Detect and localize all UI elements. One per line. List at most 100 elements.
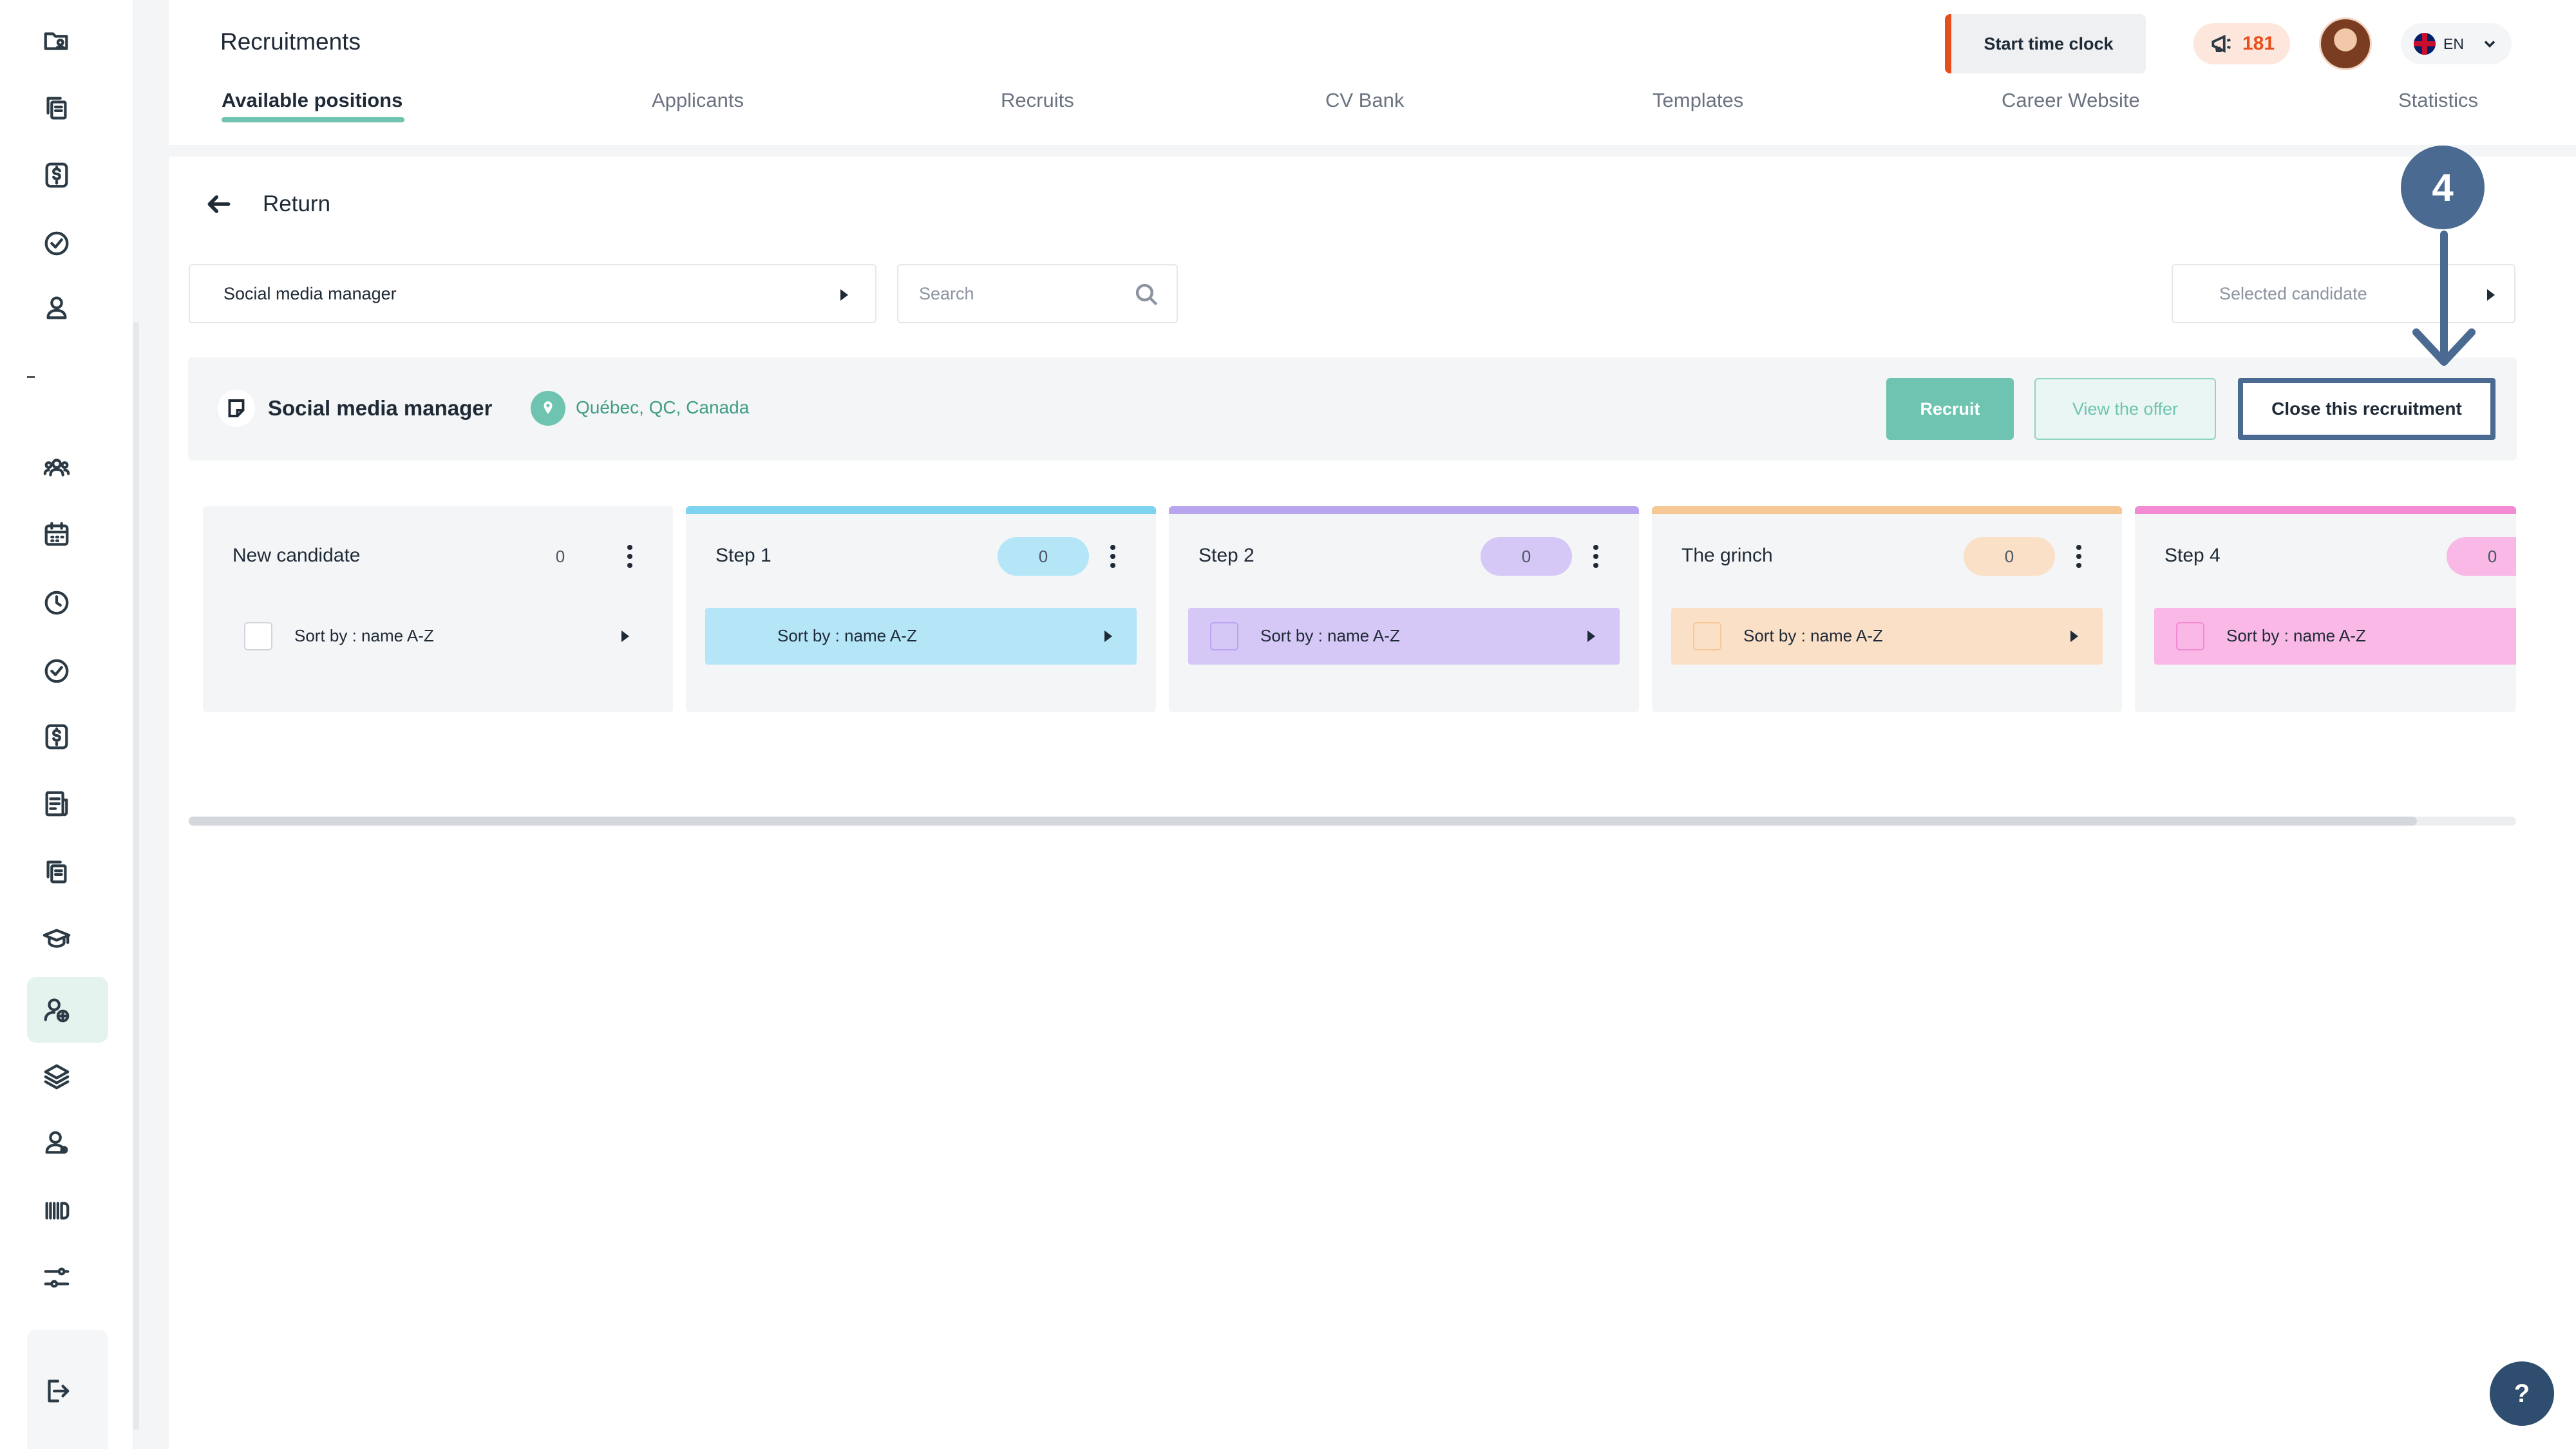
scrollbar-thumb[interactable] <box>189 817 2417 826</box>
column-count: 0 <box>1964 537 2055 576</box>
notifications-button[interactable]: 181 <box>2193 23 2290 64</box>
notification-count: 181 <box>2242 33 2275 54</box>
column-color-bar <box>686 506 1156 514</box>
uk-flag-icon <box>2414 33 2436 55</box>
sort-label: Sort by : name A-Z <box>777 626 917 645</box>
column-count: 0 <box>2447 537 2516 576</box>
job-location: Québec, QC, Canada <box>576 397 750 417</box>
arrow-left-icon <box>207 195 231 213</box>
candidate-select-placeholder: Selected candidate <box>2219 283 2367 303</box>
column-color-bar <box>2135 506 2516 514</box>
tab-applicants[interactable]: Applicants <box>652 89 744 112</box>
select-all-checkbox[interactable] <box>244 622 272 650</box>
language-label: EN <box>2443 35 2464 52</box>
check-circle-icon[interactable] <box>37 224 76 263</box>
graduation-cap-icon[interactable] <box>37 920 76 958</box>
logout-icon[interactable] <box>37 1372 76 1410</box>
caret-right-icon <box>1587 630 1595 642</box>
kanban-column: New candidate 0 Sort by : name A-Z <box>203 506 673 712</box>
job-summary-bar: Social media manager Québec, QC, Canada … <box>188 357 2517 460</box>
sort-label: Sort by : name A-Z <box>1743 626 1883 645</box>
tab-available-positions[interactable]: Available positions <box>222 89 404 122</box>
documents-icon[interactable] <box>37 89 76 128</box>
annotation-arrow-icon <box>2412 231 2476 366</box>
kanban-column: Step 2 0 Sort by : name A-Z <box>1169 506 1639 712</box>
report-icon[interactable] <box>37 784 76 823</box>
column-name: The grinch <box>1681 545 1773 566</box>
help-button[interactable]: ? <box>2490 1361 2554 1426</box>
close-recruitment-button[interactable]: Close this recruitment <box>2238 378 2496 440</box>
tab-statistics[interactable]: Statistics <box>2398 89 2478 112</box>
dollar-icon[interactable] <box>37 717 76 756</box>
sort-dropdown[interactable]: Sort by : name A-Z <box>1188 608 1620 665</box>
select-all-checkbox[interactable] <box>1693 622 1721 650</box>
column-count: 0 <box>998 537 1089 576</box>
column-color-bar <box>1652 506 2122 514</box>
barcode-icon[interactable] <box>37 1191 76 1230</box>
column-name: New candidate <box>232 545 361 566</box>
search-icon[interactable] <box>1133 281 1160 308</box>
more-vertical-icon[interactable] <box>1103 538 1122 574</box>
recruit-button[interactable]: Recruit <box>1886 378 2014 440</box>
more-vertical-icon[interactable] <box>1586 538 1605 574</box>
sort-dropdown[interactable]: Sort by : name A-Z <box>705 608 1137 665</box>
select-all-checkbox[interactable] <box>2176 622 2204 650</box>
user-plus-icon[interactable] <box>37 990 76 1029</box>
user-icon[interactable] <box>37 289 76 327</box>
tab-label: Available positions <box>222 89 403 111</box>
sliders-icon[interactable] <box>37 1258 76 1297</box>
return-link[interactable]: Return <box>205 190 330 218</box>
chevron-down-icon <box>2484 41 2496 48</box>
start-time-clock-button[interactable]: Start time clock <box>1945 14 2146 73</box>
folder-user-icon[interactable] <box>37 22 76 61</box>
note-icon <box>218 390 255 427</box>
search-box[interactable] <box>897 264 1178 323</box>
language-selector[interactable]: EN <box>2401 23 2512 64</box>
avatar[interactable] <box>2319 17 2372 70</box>
sort-label: Sort by : name A-Z <box>2226 626 2366 645</box>
caret-right-icon <box>621 630 629 642</box>
horizontal-scrollbar[interactable] <box>189 817 2516 826</box>
view-offer-button[interactable]: View the offer <box>2034 378 2216 440</box>
sidebar <box>0 0 133 1449</box>
position-select-value: Social media manager <box>223 283 397 303</box>
kanban-column: Step 4 0 Sort by : name A-Z <box>2135 506 2516 712</box>
step-badge: 4 <box>2401 146 2485 229</box>
more-vertical-icon[interactable] <box>620 538 639 574</box>
column-count: 0 <box>1481 537 1572 576</box>
tab-cv-bank[interactable]: CV Bank <box>1325 89 1404 112</box>
sort-dropdown[interactable]: Sort by : name A-Z <box>2154 608 2516 665</box>
calendar-icon[interactable] <box>37 515 76 554</box>
sort-dropdown[interactable]: Sort by : name A-Z <box>222 608 654 665</box>
select-all-checkbox[interactable] <box>1210 622 1238 650</box>
job-title: Social media manager <box>268 396 493 420</box>
caret-right-icon <box>2070 630 2078 642</box>
dollar-icon[interactable] <box>37 156 76 194</box>
users-group-icon[interactable] <box>37 448 76 487</box>
check-circle-icon[interactable] <box>37 652 76 690</box>
sort-label: Sort by : name A-Z <box>294 626 434 645</box>
tab-recruits[interactable]: Recruits <box>1001 89 1074 112</box>
megaphone-icon <box>2211 34 2231 53</box>
column-count: 0 <box>555 546 565 566</box>
clock-icon[interactable] <box>37 583 76 622</box>
column-name: Step 1 <box>715 545 772 566</box>
sidebar-scrollbar[interactable] <box>133 322 139 1430</box>
caret-right-icon <box>1104 630 1112 642</box>
column-name: Step 2 <box>1198 545 1255 566</box>
position-select[interactable]: Social media manager <box>189 264 876 323</box>
documents-icon[interactable] <box>37 853 76 891</box>
location-pin-icon <box>531 391 565 426</box>
tab-templates[interactable]: Templates <box>1653 89 1743 112</box>
tab-career-website[interactable]: Career Website <box>2002 89 2140 112</box>
active-tab-underline <box>222 117 404 122</box>
layers-icon[interactable] <box>37 1057 76 1096</box>
caret-right-icon <box>840 289 848 301</box>
user-settings-icon[interactable] <box>37 1123 76 1162</box>
sort-dropdown[interactable]: Sort by : name A-Z <box>1671 608 2103 665</box>
kanban-column: Step 1 0 Sort by : name A-Z <box>686 506 1156 712</box>
search-input[interactable] <box>919 279 1112 308</box>
caret-right-icon <box>2487 289 2495 301</box>
column-name: Step 4 <box>2164 545 2221 566</box>
more-vertical-icon[interactable] <box>2069 538 2088 574</box>
